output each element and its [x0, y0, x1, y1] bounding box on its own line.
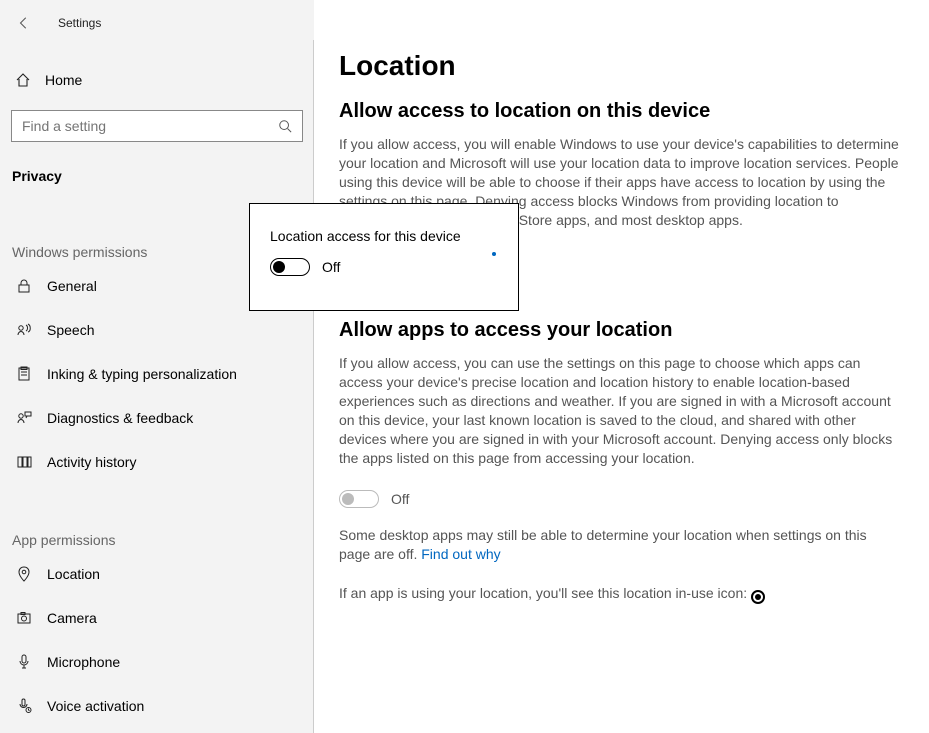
group-app-permissions: App permissions	[0, 532, 314, 548]
speech-icon	[15, 321, 33, 339]
camera-icon	[15, 609, 33, 627]
inuse-icon-note: If an app is using your location, you'll…	[339, 584, 899, 604]
nav-home-label: Home	[45, 72, 82, 88]
category-label: Privacy	[0, 168, 314, 184]
nav-item-label: Speech	[47, 322, 94, 338]
nav-item-label: General	[47, 278, 97, 294]
nav-item-label: Inking & typing personalization	[47, 366, 237, 382]
apps-location-toggle-row: Off	[339, 490, 899, 508]
voice-activation-icon	[15, 697, 33, 715]
nav-item-speech[interactable]: Speech	[0, 308, 314, 352]
sidebar: Settings Home Privacy Windows permission…	[0, 0, 314, 733]
nav-item-label: Activity history	[47, 454, 136, 470]
flyout-title: Location access for this device	[270, 228, 498, 244]
search-input-container[interactable]	[11, 110, 303, 142]
nav-item-label: Microphone	[47, 654, 120, 670]
history-icon	[15, 453, 33, 471]
nav-item-diagnostics[interactable]: Diagnostics & feedback	[0, 396, 314, 440]
loading-indicator-icon	[492, 252, 496, 256]
sidebar-divider	[313, 40, 314, 733]
device-location-toggle[interactable]	[270, 258, 310, 276]
section-device-location-heading: Allow access to location on this device	[339, 100, 899, 123]
inuse-icon-note-text: If an app is using your location, you'll…	[339, 585, 751, 601]
apps-location-toggle-label: Off	[391, 491, 409, 507]
main-content: Location Allow access to location on thi…	[339, 50, 929, 733]
nav-item-camera[interactable]: Camera	[0, 596, 314, 640]
lock-icon	[15, 277, 33, 295]
location-access-flyout: Location access for this device Off	[249, 203, 519, 311]
nav-item-label: Location	[47, 566, 100, 582]
desktop-apps-note-text: Some desktop apps may still be able to d…	[339, 527, 867, 562]
apps-location-toggle	[339, 490, 379, 508]
nav-item-label: Diagnostics & feedback	[47, 410, 193, 426]
nav-item-label: Camera	[47, 610, 97, 626]
section-apps-location-body: If you allow access, you can use the set…	[339, 354, 899, 467]
desktop-apps-note: Some desktop apps may still be able to d…	[339, 526, 899, 564]
nav-item-microphone[interactable]: Microphone	[0, 640, 314, 684]
clipboard-icon	[15, 365, 33, 383]
device-location-toggle-label: Off	[322, 259, 340, 275]
nav-item-voice-activation[interactable]: Voice activation	[0, 684, 314, 728]
nav-item-label: Voice activation	[47, 698, 144, 714]
section-apps-location-heading: Allow apps to access your location	[339, 319, 899, 342]
nav-item-location[interactable]: Location	[0, 552, 314, 596]
feedback-icon	[15, 409, 33, 427]
search-icon	[278, 119, 292, 133]
microphone-icon	[15, 653, 33, 671]
location-inuse-icon	[751, 590, 765, 604]
location-icon	[15, 565, 33, 583]
titlebar: Settings	[0, 8, 314, 38]
nav-home[interactable]: Home	[0, 60, 314, 100]
nav-item-inking[interactable]: Inking & typing personalization	[0, 352, 314, 396]
back-icon[interactable]	[15, 14, 33, 32]
window-title: Settings	[58, 16, 101, 30]
search-input[interactable]	[22, 118, 278, 134]
nav-item-activity-history[interactable]: Activity history	[0, 440, 314, 484]
page-title: Location	[339, 50, 899, 82]
find-out-why-link[interactable]: Find out why	[421, 546, 500, 562]
home-icon	[15, 72, 31, 88]
